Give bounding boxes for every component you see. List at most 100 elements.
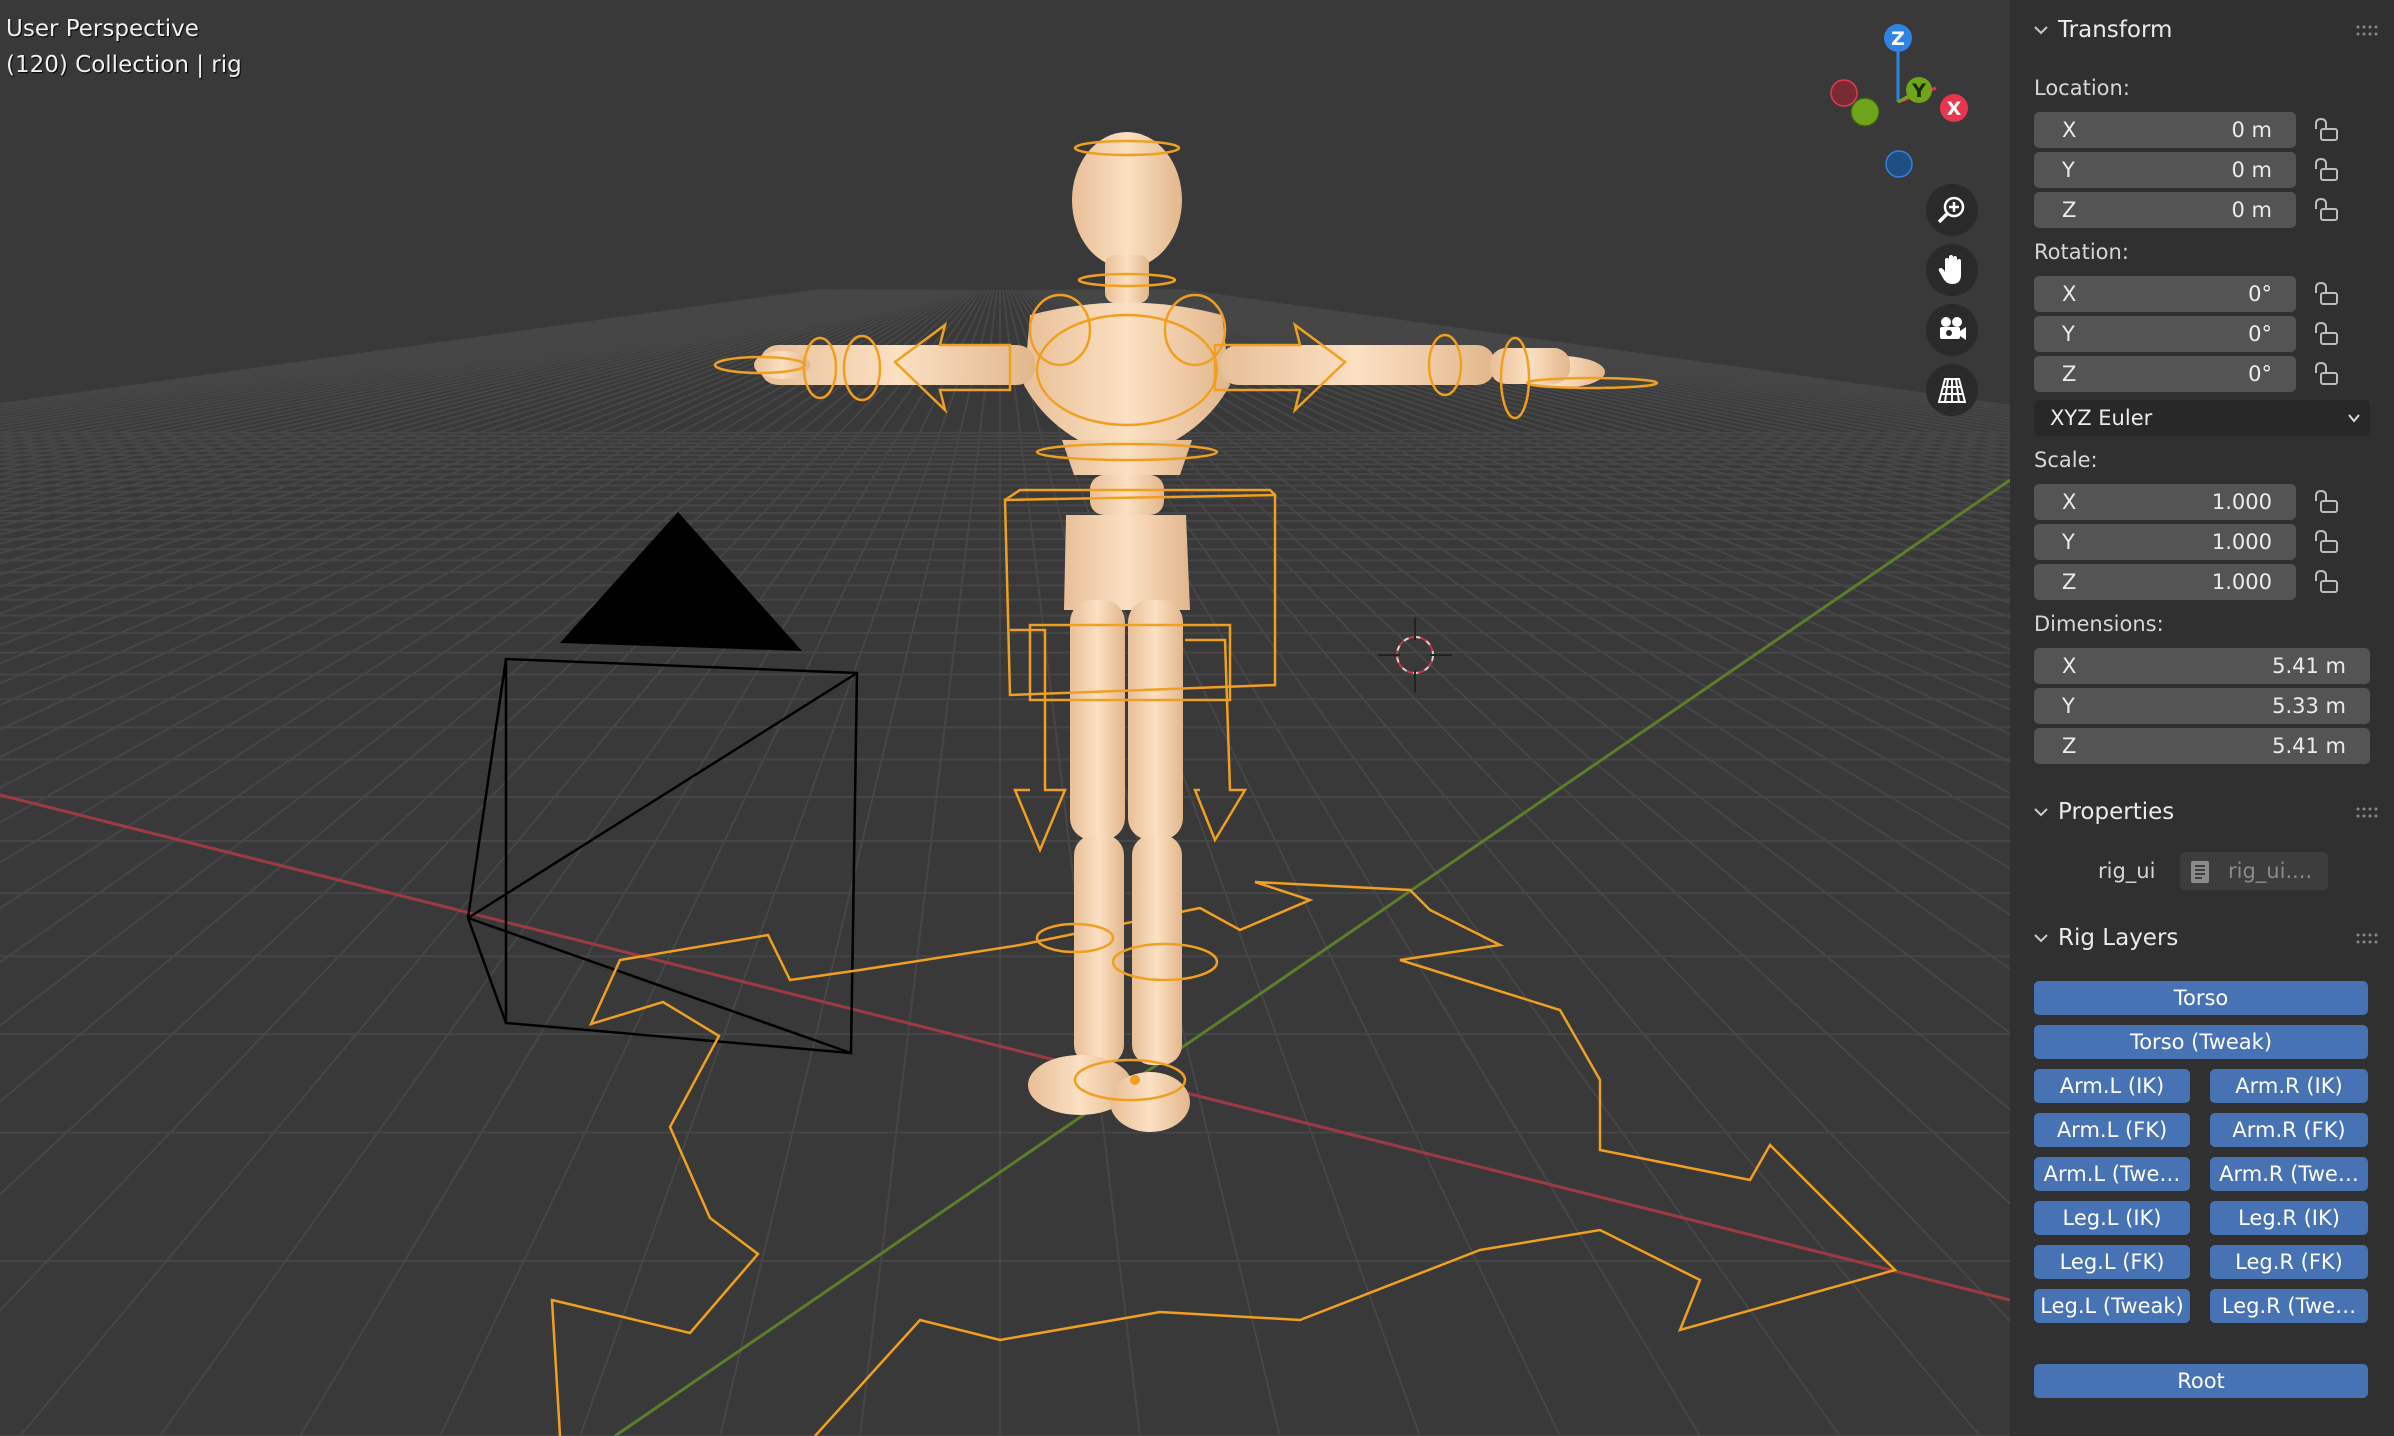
- axis-label: X: [2062, 118, 2077, 142]
- zoom-icon[interactable]: [1926, 184, 1978, 236]
- axis-label: X: [2062, 282, 2077, 306]
- camera-up-triangle: [560, 512, 802, 651]
- dimensions-label: Dimensions:: [2034, 612, 2164, 636]
- unlock-icon[interactable]: [2312, 360, 2340, 388]
- unlock-icon[interactable]: [2312, 156, 2340, 184]
- root-control[interactable]: [550, 880, 1898, 1436]
- gizmo-x-label: X: [1947, 98, 1962, 120]
- location-z-field[interactable]: Z 0 m: [2034, 192, 2296, 228]
- axis-label: X: [2062, 654, 2077, 678]
- dimensions-z-field[interactable]: Z 5.41 m: [2034, 728, 2370, 764]
- properties-title: Properties: [2058, 799, 2175, 825]
- dimensions-y-field[interactable]: Y 5.33 m: [2034, 688, 2370, 724]
- rotation-x-field[interactable]: X 0°: [2034, 276, 2296, 312]
- chevron-down-icon: [2034, 808, 2048, 817]
- chevron-down-icon: [2034, 26, 2048, 35]
- layer-arm-r-tweak-button[interactable]: Arm.R (Twe…: [2210, 1157, 2368, 1191]
- axis-label: Z: [2062, 362, 2077, 386]
- chevron-down-icon: [2348, 414, 2360, 423]
- rig-ui-value: rig_ui....: [2228, 859, 2313, 883]
- chevron-down-icon: [2034, 934, 2048, 943]
- layer-arm-l-tweak-button[interactable]: Arm.L (Twe…: [2034, 1157, 2190, 1191]
- rig-ui-label: rig_ui: [2098, 859, 2156, 883]
- axis-label: Y: [2062, 322, 2075, 346]
- transform-panel-header[interactable]: Transform: [2010, 6, 2394, 56]
- unlock-icon[interactable]: [2312, 116, 2340, 144]
- layer-leg-l-ik-button[interactable]: Leg.L (IK): [2034, 1201, 2190, 1235]
- field-value: 5.33 m: [2272, 694, 2346, 718]
- layer-leg-l-fk-button[interactable]: Leg.L (FK): [2034, 1245, 2190, 1279]
- unlock-icon[interactable]: [2312, 488, 2340, 516]
- unlock-icon[interactable]: [2312, 568, 2340, 596]
- hand-pan-icon[interactable]: [1926, 244, 1978, 296]
- rotation-mode-value: XYZ Euler: [2050, 406, 2153, 430]
- unlock-icon[interactable]: [2312, 280, 2340, 308]
- field-value: 0°: [2248, 362, 2272, 386]
- layer-arm-l-fk-button[interactable]: Arm.L (FK): [2034, 1113, 2190, 1147]
- field-value: 5.41 m: [2272, 734, 2346, 758]
- location-x-field[interactable]: X 0 m: [2034, 112, 2296, 148]
- rotation-z-field[interactable]: Z 0°: [2034, 356, 2296, 392]
- camera-icon[interactable]: [1926, 304, 1978, 356]
- location-label: Location:: [2034, 76, 2130, 100]
- 3d-cursor[interactable]: [1378, 618, 1452, 692]
- layer-leg-r-fk-button[interactable]: Leg.R (FK): [2210, 1245, 2368, 1279]
- text-document-icon: [2191, 861, 2209, 883]
- field-value: 0 m: [2231, 198, 2273, 222]
- scale-z-field[interactable]: Z 1.000: [2034, 564, 2296, 600]
- layer-torso-tweak-button[interactable]: Torso (Tweak): [2034, 1025, 2368, 1059]
- gizmo-z-label: Z: [1891, 28, 1905, 50]
- axis-label: Z: [2062, 570, 2077, 594]
- y-axis-line: [614, 478, 2010, 1436]
- layer-arm-r-fk-button[interactable]: Arm.R (FK): [2210, 1113, 2368, 1147]
- rotation-mode-dropdown[interactable]: XYZ Euler: [2034, 400, 2370, 436]
- axis-label: Z: [2062, 198, 2077, 222]
- layer-arm-l-ik-button[interactable]: Arm.L (IK): [2034, 1069, 2190, 1103]
- scale-y-field[interactable]: Y 1.000: [2034, 524, 2296, 560]
- axis-label: X: [2062, 490, 2077, 514]
- axis-label: Y: [2062, 158, 2075, 182]
- layer-torso-button[interactable]: Torso: [2034, 981, 2368, 1015]
- field-value: 1.000: [2211, 490, 2272, 514]
- dimensions-x-field[interactable]: X 5.41 m: [2034, 648, 2370, 684]
- location-y-field[interactable]: Y 0 m: [2034, 152, 2296, 188]
- viewport-subtitle: (120) Collection | rig: [6, 52, 242, 78]
- field-value: 1.000: [2211, 570, 2272, 594]
- field-value: 5.41 m: [2272, 654, 2346, 678]
- mannequin-rig[interactable]: [713, 132, 1659, 1132]
- rig-ui-field[interactable]: rig_ui....: [2180, 852, 2328, 890]
- viewport-title: User Perspective: [6, 16, 199, 42]
- unlock-icon[interactable]: [2312, 196, 2340, 224]
- rotation-label: Rotation:: [2034, 240, 2129, 264]
- rig-layers-title: Rig Layers: [2058, 925, 2179, 951]
- rig-layers-panel-header[interactable]: Rig Layers: [2010, 914, 2394, 964]
- axis-label: Y: [2062, 530, 2075, 554]
- layer-leg-l-tweak-button[interactable]: Leg.L (Tweak): [2034, 1289, 2190, 1323]
- transform-title: Transform: [2058, 17, 2173, 43]
- layer-arm-r-ik-button[interactable]: Arm.R (IK): [2210, 1069, 2368, 1103]
- properties-panel-header[interactable]: Properties: [2010, 788, 2394, 838]
- field-value: 0°: [2248, 282, 2272, 306]
- 3d-viewport[interactable]: User Perspective (120) Collection | rig …: [0, 0, 2010, 1436]
- field-value: 0°: [2248, 322, 2272, 346]
- x-axis-line: [0, 793, 2010, 1302]
- field-value: 0 m: [2231, 158, 2273, 182]
- grip-icon[interactable]: [2356, 807, 2378, 819]
- layer-leg-r-ik-button[interactable]: Leg.R (IK): [2210, 1201, 2368, 1235]
- scene-canvas[interactable]: [0, 0, 2010, 1436]
- grip-icon[interactable]: [2356, 933, 2378, 945]
- grip-icon[interactable]: [2356, 25, 2378, 37]
- scale-label: Scale:: [2034, 448, 2098, 472]
- navigation-gizmo[interactable]: Z Y X: [1816, 18, 1986, 188]
- gizmo-y-label: Y: [1911, 80, 1926, 102]
- axis-label: Z: [2062, 734, 2077, 758]
- rotation-y-field[interactable]: Y 0°: [2034, 316, 2296, 352]
- axis-label: Y: [2062, 694, 2075, 718]
- layer-root-button[interactable]: Root: [2034, 1364, 2368, 1398]
- grid-perspective-icon[interactable]: [1926, 364, 1978, 416]
- unlock-icon[interactable]: [2312, 528, 2340, 556]
- scale-x-field[interactable]: X 1.000: [2034, 484, 2296, 520]
- floor-grid: [0, 289, 2010, 1436]
- layer-leg-r-tweak-button[interactable]: Leg.R (Twe…: [2210, 1289, 2368, 1323]
- unlock-icon[interactable]: [2312, 320, 2340, 348]
